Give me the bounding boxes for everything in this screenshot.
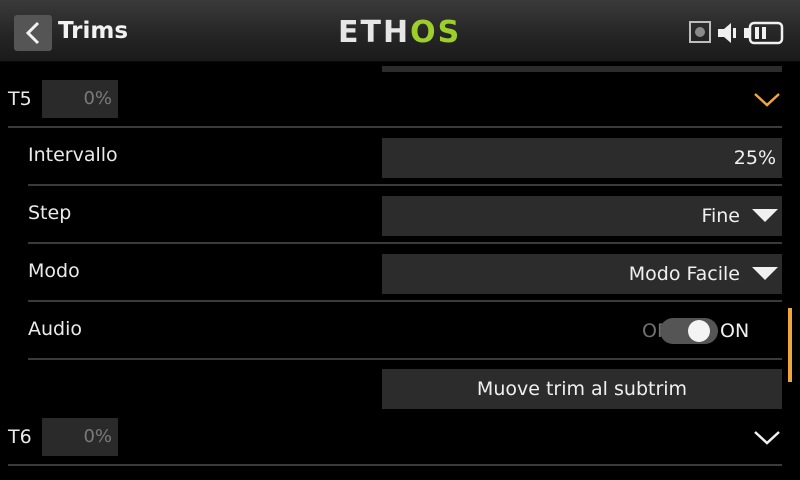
trim-name: T5 [8,88,32,110]
interval-label: Intervallo [28,144,118,166]
dropdown-arrow-icon [752,267,778,280]
trims-list[interactable]: T5 0% Intervallo 25% Step Fine Modo Modo… [0,62,800,480]
trim-value: 0% [42,80,118,118]
step-value: Fine [701,205,740,227]
back-arrow-icon [25,21,40,45]
step-select[interactable]: Fine [382,196,782,236]
mode-select[interactable]: Modo Facile [382,254,782,294]
scrollbar[interactable] [788,308,792,382]
mode-row: Modo Modo Facile [28,244,782,300]
previous-row-remnant [382,66,782,72]
mode-value: Modo Facile [628,263,740,285]
title-bar: Trims ETHOS [0,0,800,62]
logo-text-os: OS [410,15,462,50]
trim-value: 0% [42,418,118,456]
interval-field[interactable]: 25% [382,138,782,178]
ethos-logo: ETHOS [338,18,461,48]
interval-value: 25% [733,147,776,169]
divider [28,358,782,360]
audio-label: Audio [28,318,83,340]
logo-text-eth: ETH [338,15,411,50]
page-title: Trims [58,18,129,44]
interval-row: Intervallo 25% [28,128,782,184]
audio-row: Audio OFF ON [28,302,782,358]
speaker-icon [716,20,738,50]
trim-name: T6 [8,426,32,448]
sd-card-icon [688,20,712,48]
audio-on-label: ON [720,320,750,342]
step-row: Step Fine [28,186,782,242]
toggle-knob[interactable] [688,320,710,342]
trim-header-t6[interactable]: T6 0% [0,414,800,462]
chevron-down-icon[interactable] [753,90,781,110]
battery-icon [742,20,784,50]
trim-header-t5[interactable]: T5 0% [0,76,800,124]
chevron-down-icon[interactable] [753,428,781,448]
mode-label: Modo [28,260,80,282]
step-label: Step [28,202,72,224]
divider [8,464,782,466]
move-trim-to-subtrim-button[interactable]: Muove trim al subtrim [382,369,782,409]
back-button[interactable] [14,15,52,51]
dropdown-arrow-icon [752,209,778,222]
